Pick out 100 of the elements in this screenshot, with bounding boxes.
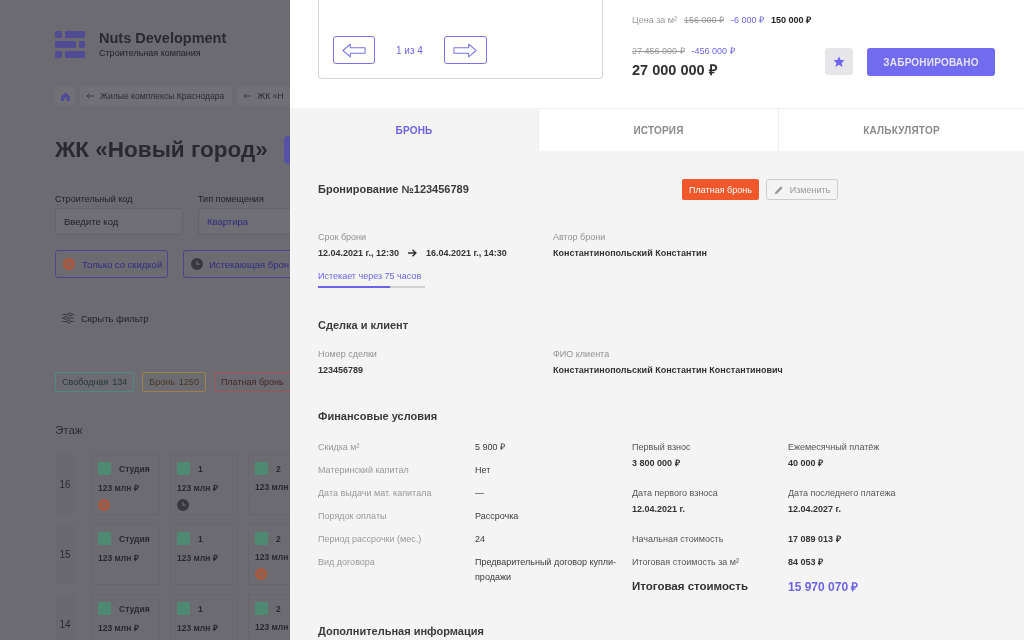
section-title: Сделка и клиент [318,319,409,332]
term-label: Дата выдачи мат. капитала [318,487,432,500]
field-value: Константинопольский Константин Константинович [553,364,783,376]
status-square-icon [177,602,190,615]
end-date: 16.04.2021 г., 14:30 [425,247,507,259]
section-title: Бронирование №123456789 [318,183,470,196]
payment-label: Первый взнос [632,441,691,453]
book-button[interactable]: ЗАБРОНИРОВАНО [867,48,995,76]
apartment-card[interactable]: 1 123 млн ₽ [170,524,238,585]
old-price: 156 000 ₽ [683,14,724,26]
apartment-price: 123 млн [255,622,289,632]
term-value: 24 [475,532,485,546]
apartment-price: 123 млн ₽ [177,482,218,493]
term-value: Нет [475,463,491,477]
total-cost-label: Итоговая стоимость [632,580,748,592]
clock-icon [191,258,203,270]
previous-button[interactable] [333,36,375,64]
payment-value: 40 000 ₽ [788,457,824,469]
breadcrumb-link[interactable]: ЖК «Н [237,86,290,106]
field-label: Автор брони [553,231,606,243]
room-count: 2 [276,603,281,614]
home-icon [60,91,70,101]
status-filter-chip[interactable]: Бронь 1250 [142,372,206,392]
term-value: Рассрочка [475,509,519,523]
status-badge: Платная бронь [682,179,759,200]
room-count: 2 [276,533,281,544]
hide-filter-button[interactable]: Скрыть фильтр [55,312,149,324]
arrow-right-icon [453,42,478,58]
room-count: 1 [198,603,203,614]
edit-button[interactable]: Изменить [766,179,838,200]
status-filter-chip[interactable]: Свободная 134 [55,372,135,392]
total-cost-value: 15 970 070 ₽ [788,578,859,595]
status-square-icon [255,602,268,615]
photo-counter: 1 из 4 [396,44,423,56]
term-label: Порядок оплаты [318,510,387,523]
apartment-price: 123 млн ₽ [98,482,139,493]
price-per-m2: 150 000 ₽ [771,14,812,26]
field-label: Номер сделки [318,348,377,360]
pencil-icon [773,184,784,195]
term-value: 5 900 ₽ [475,440,506,454]
arrow-left-icon [342,42,366,58]
star-icon [833,55,845,68]
apartment-card[interactable]: Студия 123 млн ₽ [91,454,160,515]
field-label: ФИО клиента [553,348,610,360]
tab[interactable]: КАЛЬКУЛЯТОР [778,108,1024,151]
cost-value: 84 053 ₽ [788,556,824,569]
code-input[interactable]: Введите код [55,208,183,235]
term-label: Материнский капитал [318,464,409,477]
payment-value: 12.04.2027 г. [788,503,841,515]
status-square-icon [255,532,268,545]
apartment-card[interactable]: 1 123 млн ₽ [170,454,238,515]
apartment-card[interactable]: Студия 123 млн ₽ [91,524,160,585]
status-square-icon [177,532,190,545]
status-square-icon [177,462,190,475]
logo-icon [55,31,85,58]
next-button[interactable] [443,36,487,64]
term-label: Скидка м² [318,441,360,454]
arrow-left-icon [243,93,252,99]
section-title: Финансовые условия [318,410,438,423]
apartment-price: 123 млн [255,482,289,492]
filter-icon [62,312,74,324]
discount-amount: -456 000 ₽ [691,45,735,57]
term-value: — [475,486,484,500]
price-per-m2-label: Цена за м² [632,14,677,26]
favorite-button[interactable] [825,48,853,75]
expiry-text: Истекает через 75 часов [318,270,422,282]
payment-value: 3 800 000 ₽ [632,457,680,469]
status-square-icon [255,462,268,475]
status-square-icon [98,602,111,615]
page-title: ЖК «Новый город» [55,136,269,164]
room-count: Студия [119,603,150,614]
floor-heading: Этаж [55,423,83,437]
room-type-select[interactable]: Квартира [198,208,290,235]
tab[interactable]: ИСТОРИЯ [538,108,778,151]
company-tagline: Строительная компания [99,48,202,59]
apartment-price: 123 млн ₽ [98,622,139,633]
apartment-card[interactable]: 1 123 млн ₽ [170,594,238,640]
field-label: Строительный код [55,194,133,205]
old-price: 27 456 000 ₽ [632,45,685,57]
apartment-price: 123 млн [255,552,289,562]
total-price: 27 000 000 ₽ [632,62,717,79]
filter-toggle[interactable]: Истекающая брон [183,250,290,278]
status-square-icon [98,462,111,475]
discount-amount: -6 000 ₽ [731,14,765,26]
arrow-left-icon [86,93,94,99]
term-value: Предварительный договор купли-продажи [475,555,618,584]
apartment-price: 123 млн ₽ [177,622,218,633]
clock-icon [177,499,189,511]
apartment-card[interactable]: Студия 123 млн ₽ [91,594,160,640]
cost-label: Начальная стоимость [632,533,724,546]
apartment-price: 123 млн ₽ [98,552,139,563]
room-count: 2 [276,463,281,474]
field-value: 123456789 [318,364,364,376]
arrow-right-icon [407,249,417,257]
payment-value: 12.04.2021 г. [632,503,685,515]
payment-label: Дата первого взноса [632,487,718,499]
apartment-price: 123 млн ₽ [177,552,218,563]
section-title: Дополнительная информация [318,625,484,638]
cost-value: 17 089 013 ₽ [788,533,841,546]
breadcrumb-link[interactable]: Жилые комплексы Краснодара [80,86,233,106]
